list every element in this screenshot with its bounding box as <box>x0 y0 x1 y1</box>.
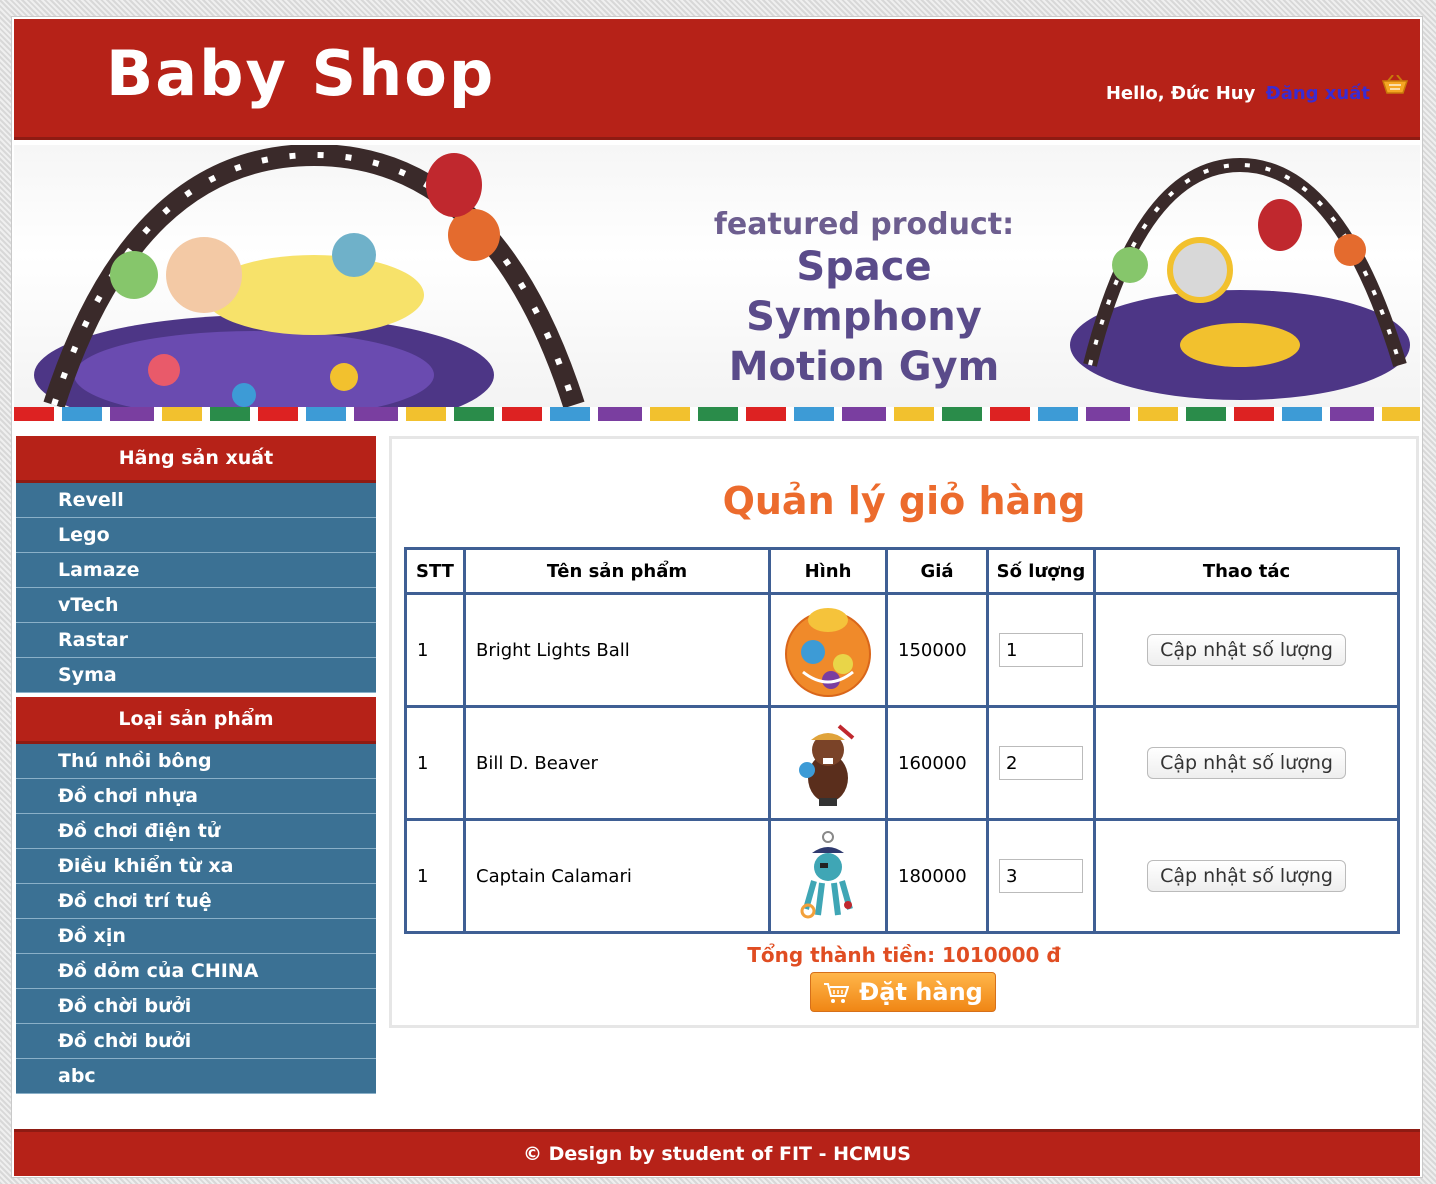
categories-heading: Loại sản phẩm <box>16 697 376 744</box>
cell-image <box>768 705 888 821</box>
product-image-bill-d-beaver <box>799 724 855 806</box>
column-header-price: Giá <box>885 547 989 595</box>
quantity-input[interactable] <box>999 746 1083 780</box>
sidebar-item-category[interactable]: Thú nhồi bông <box>16 744 376 779</box>
site-logo[interactable]: Baby Shop <box>106 37 495 110</box>
sidebar-item-category[interactable]: Đồ chời bưởi <box>16 1024 376 1059</box>
cell-action: Cập nhật số lượng <box>1093 705 1400 821</box>
update-quantity-button[interactable]: Cập nhật số lượng <box>1147 860 1346 892</box>
column-header-image: Hình <box>768 547 888 595</box>
quantity-input[interactable] <box>999 859 1083 893</box>
sidebar-item-lamaze[interactable]: Lamaze <box>16 553 376 588</box>
page: Baby Shop Hello, Đức Huy Đăng xuất featu… <box>11 16 1423 1178</box>
banner-line-1: featured product: <box>713 207 1015 242</box>
cell-stt: 1 <box>404 705 466 821</box>
sidebar-item-syma[interactable]: Syma <box>16 658 376 693</box>
column-header-name: Tên sản phẩm <box>463 547 771 595</box>
sidebar: Hãng sản xuất Revell Lego Lamaze vTech R… <box>16 436 376 1094</box>
banner-color-stripe <box>14 407 1420 421</box>
cell-price: 160000 <box>885 705 989 821</box>
place-order-button[interactable]: Đặt hàng <box>810 972 996 1012</box>
manufacturers-heading: Hãng sản xuất <box>16 436 376 483</box>
cell-price: 180000 <box>885 818 989 934</box>
sidebar-item-category[interactable]: Đồ dỏm của CHINA <box>16 954 376 989</box>
banner-headline: featured product: Space Symphony Motion … <box>674 207 1054 392</box>
sidebar-item-category[interactable]: Đồ chơi nhựa <box>16 779 376 814</box>
sidebar-item-category[interactable]: Điều khiển từ xa <box>16 849 376 884</box>
cell-action: Cập nhật số lượng <box>1093 592 1400 708</box>
cart-table: STT Tên sản phẩm Hình Giá Số lượng Thao … <box>404 547 1400 934</box>
table-row: 1 Bill D. Beaver 160000 2 Cập nhật số lư… <box>404 705 1400 821</box>
cell-quantity <box>986 592 1096 708</box>
sidebar-item-vtech[interactable]: vTech <box>16 588 376 623</box>
cell-product-name: Bill D. Beaver <box>463 705 771 821</box>
header: Baby Shop Hello, Đức Huy Đăng xuất <box>14 19 1420 140</box>
sidebar-item-category[interactable]: abc <box>16 1059 376 1094</box>
banner-play-gym-right-image <box>1070 157 1410 400</box>
update-quantity-button[interactable]: Cập nhật số lượng <box>1147 747 1346 779</box>
featured-banner[interactable]: featured product: Space Symphony Motion … <box>14 145 1420 421</box>
cell-quantity <box>986 705 1096 821</box>
table-row: 1 Captain Calamari 180000 3 Cập nhật số … <box>404 818 1400 934</box>
cell-action: Cập nhật số lượng <box>1093 818 1400 934</box>
banner-line-2: Space Symphony <box>746 244 982 340</box>
cart-panel: Quản lý giỏ hàng STT Tên sản phẩm Hình G… <box>389 436 1419 1028</box>
banner-line-3: Motion Gym <box>728 344 1000 390</box>
cart-total: Tổng thành tiền: 1010000 đ <box>747 943 1061 967</box>
page-title: Quản lý giỏ hàng <box>722 479 1086 523</box>
column-header-action: Thao tác <box>1093 547 1400 595</box>
sidebar-item-rastar[interactable]: Rastar <box>16 623 376 658</box>
cell-stt: 1 <box>404 818 466 934</box>
column-header-quantity: Số lượng <box>986 547 1096 595</box>
cell-product-name: Captain Calamari <box>463 818 771 934</box>
table-row: 1 Bright Lights Ball 150000 1 Cập nhật s… <box>404 592 1400 708</box>
footer: © Design by student of FIT - HCMUS <box>14 1129 1420 1176</box>
cell-stt: 1 <box>404 592 466 708</box>
sidebar-item-category[interactable]: Đồ xịn <box>16 919 376 954</box>
table-header-row: STT Tên sản phẩm Hình Giá Số lượng Thao … <box>404 547 1400 595</box>
product-image-bright-lights-ball <box>785 608 871 697</box>
basket-icon[interactable] <box>1380 75 1410 97</box>
cell-image <box>768 818 888 934</box>
shopping-cart-icon <box>824 983 850 1003</box>
sidebar-item-lego[interactable]: Lego <box>16 518 376 553</box>
place-order-label: Đặt hàng <box>859 978 983 1006</box>
cell-price: 150000 <box>885 592 989 708</box>
sidebar-item-category[interactable]: Đồ chơi điện tử <box>16 814 376 849</box>
column-header-stt: STT <box>404 547 466 595</box>
cell-product-name: Bright Lights Ball <box>463 592 771 708</box>
sidebar-item-category[interactable]: Đồ chời bưởi <box>16 989 376 1024</box>
product-image-captain-calamari <box>800 831 853 919</box>
logout-link[interactable]: Đăng xuất <box>1266 83 1370 104</box>
cell-image <box>768 592 888 708</box>
sidebar-item-category[interactable]: Đồ chơi trí tuệ <box>16 884 376 919</box>
greeting-text: Hello, Đức Huy <box>1105 83 1256 104</box>
update-quantity-button[interactable]: Cập nhật số lượng <box>1147 634 1346 666</box>
sidebar-item-revell[interactable]: Revell <box>16 483 376 518</box>
cell-quantity <box>986 818 1096 934</box>
banner-play-gym-left-image <box>34 145 585 421</box>
user-greeting: Hello, Đức Huy Đăng xuất <box>1106 83 1370 104</box>
quantity-input[interactable] <box>999 633 1083 667</box>
